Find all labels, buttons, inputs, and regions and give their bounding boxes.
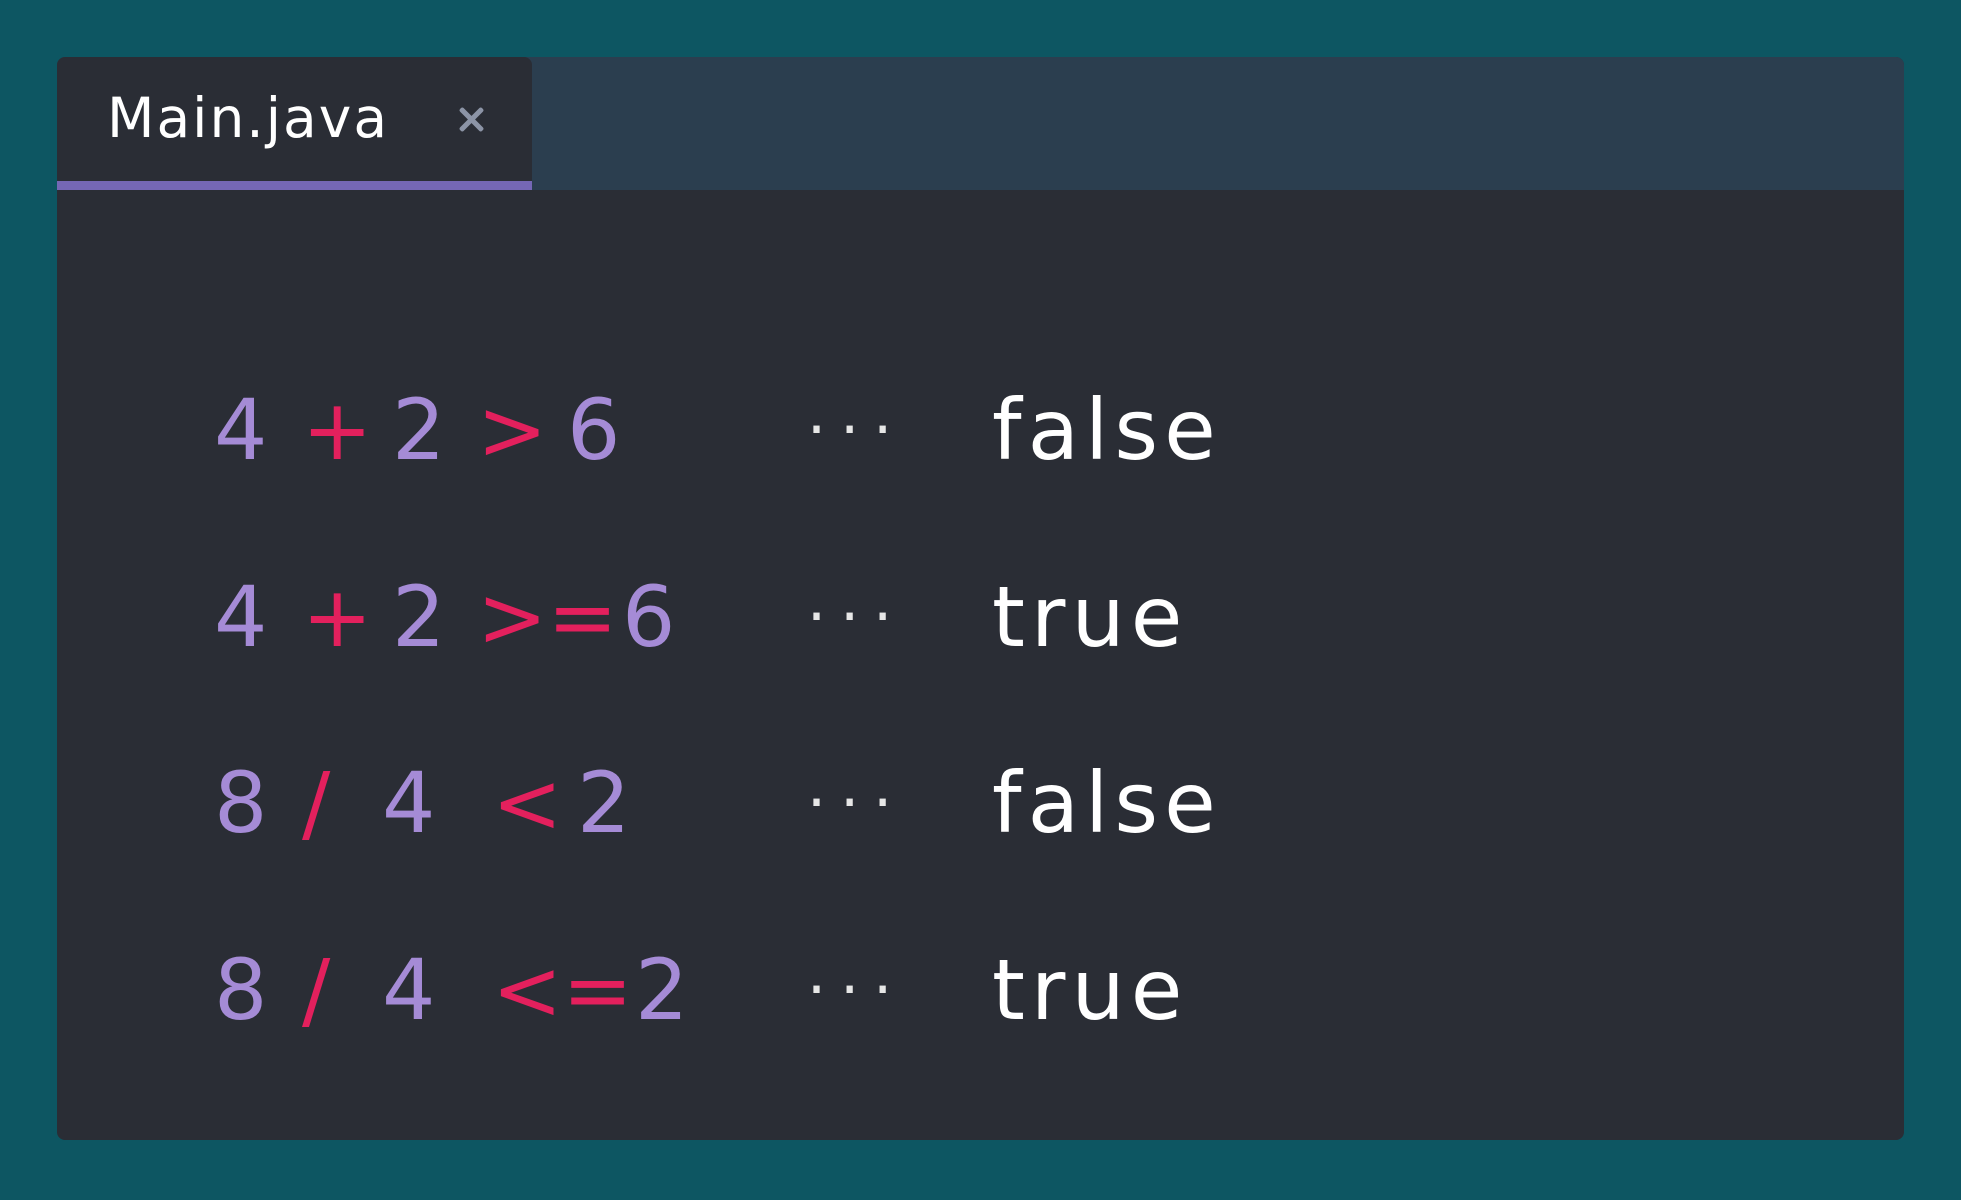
- ellipsis: ···: [807, 395, 907, 465]
- number-token: 4: [214, 381, 268, 479]
- number-token: 4: [382, 754, 436, 852]
- editor-window: Main.java 4 + 2 > 6 ··· false 4 + 2 >= 6…: [57, 57, 1904, 1140]
- operator-token: +: [302, 381, 373, 479]
- number-token: 6: [567, 381, 621, 479]
- number-token: 2: [392, 568, 446, 666]
- ellipsis: ···: [807, 768, 907, 838]
- number-token: 4: [214, 568, 268, 666]
- operator-token: <: [492, 754, 563, 852]
- operator-token: /: [302, 754, 331, 852]
- result-value: false: [992, 381, 1222, 479]
- ellipsis: ···: [807, 582, 907, 652]
- operator-token: <=: [492, 941, 633, 1039]
- ellipsis: ···: [807, 955, 907, 1025]
- number-token: 6: [622, 568, 676, 666]
- result-value: true: [992, 941, 1189, 1039]
- result-value: true: [992, 568, 1189, 666]
- operator-token: /: [302, 941, 331, 1039]
- tab-main-java[interactable]: Main.java: [57, 57, 532, 190]
- number-token: 2: [635, 941, 689, 1039]
- tab-bar: Main.java: [57, 57, 1904, 190]
- number-token: 2: [392, 381, 446, 479]
- operator-token: +: [302, 568, 373, 666]
- number-token: 8: [214, 941, 268, 1039]
- active-tab-indicator: [57, 181, 532, 190]
- operator-token: >=: [477, 568, 618, 666]
- operator-token: >: [477, 381, 548, 479]
- close-icon[interactable]: [457, 105, 485, 133]
- number-token: 4: [382, 941, 436, 1039]
- number-token: 2: [577, 754, 631, 852]
- result-value: false: [992, 754, 1222, 852]
- code-area[interactable]: 4 + 2 > 6 ··· false 4 + 2 >= 6 ··· true …: [57, 190, 1904, 1140]
- tab-label: Main.java: [107, 86, 390, 150]
- number-token: 8: [214, 754, 268, 852]
